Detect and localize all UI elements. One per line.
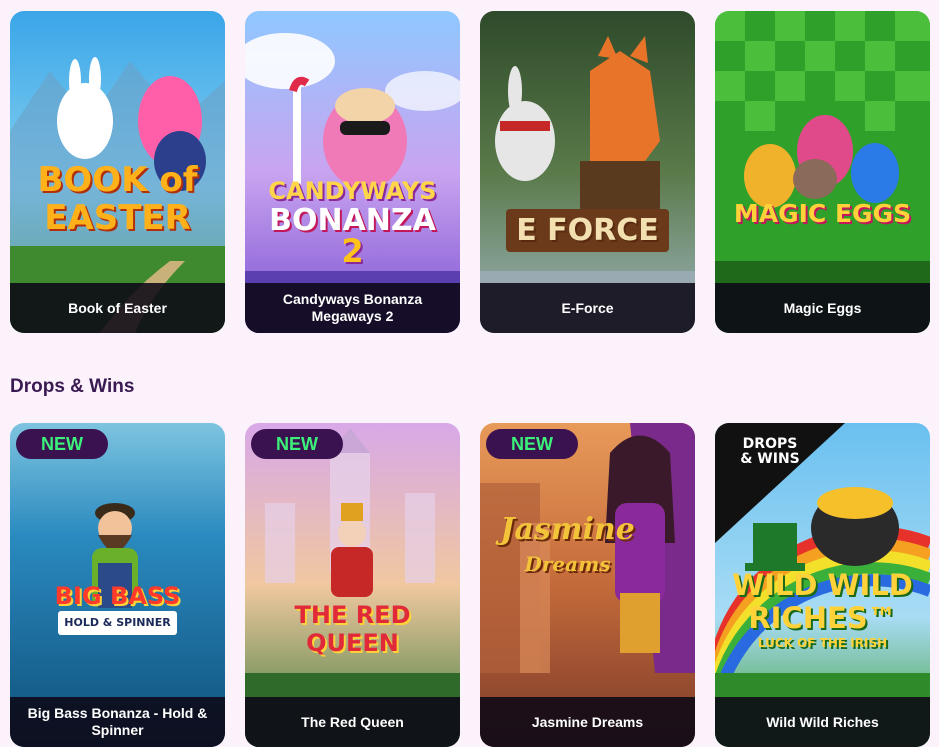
new-badge: NEW — [16, 429, 108, 459]
new-badge: NEW — [486, 429, 578, 459]
logo-line: RICHES™ — [748, 601, 897, 635]
logo-line: WILD WILD — [732, 568, 913, 602]
logo-line: Dreams — [524, 552, 611, 576]
game-title: The Red Queen — [245, 697, 460, 747]
game-title: Big Bass Bonanza - Hold & Spinner — [10, 697, 225, 747]
logo-line: Jasmine — [500, 512, 635, 547]
new-badge: NEW — [251, 429, 343, 459]
game-card-jasmine-dreams[interactable]: Jasmine Dreams NEW Jasmine Dreams — [480, 423, 695, 747]
game-title: Jasmine Dreams — [480, 697, 695, 747]
game-card-wild-wild-riches[interactable]: DROPS & WINS WILD WILD RICHES™ LUCK OF T… — [715, 423, 930, 747]
game-card-e-force[interactable]: E FORCE E-Force — [480, 11, 695, 333]
logo-line: E FORCE — [506, 209, 669, 252]
logo-line: DROPS — [742, 436, 798, 452]
logo-line: BIG BASS — [54, 582, 181, 610]
logo-line: THE RED QUEEN — [294, 601, 411, 657]
section-title-drops-and-wins: Drops & Wins — [10, 376, 135, 397]
drops-and-wins-row: BIG BASS HOLD & SPINNER NEW Big Bass Bon… — [10, 423, 930, 747]
game-title: Candyways Bonanza Megaways 2 — [245, 283, 460, 333]
game-title: E-Force — [480, 283, 695, 333]
logo-line: CANDYWAYS — [268, 177, 437, 205]
logo-line: EASTER — [44, 198, 191, 238]
game-title: Wild Wild Riches — [715, 697, 930, 747]
top-games-row: BOOK of EASTER Book of Easter CANDYWAYS … — [10, 11, 930, 333]
logo-line: & WINS — [740, 451, 800, 467]
game-card-candyways-bonanza-megaways-2[interactable]: CANDYWAYS BONANZA 2 Candyways Bonanza Me… — [245, 11, 460, 333]
logo-line: BOOK of — [37, 160, 198, 200]
logo-line: 2 — [341, 232, 364, 270]
game-card-book-of-easter[interactable]: BOOK of EASTER Book of Easter — [10, 11, 225, 333]
game-title: Magic Eggs — [715, 283, 930, 333]
logo-line: LUCK OF THE IRISH — [757, 636, 888, 650]
logo-line: HOLD & SPINNER — [58, 611, 177, 635]
logo-line: MAGIC EGGS — [733, 199, 912, 228]
game-title: Book of Easter — [10, 283, 225, 333]
game-card-magic-eggs[interactable]: MAGIC EGGS Magic Eggs — [715, 11, 930, 333]
game-card-big-bass-bonanza-hold-and-spinner[interactable]: BIG BASS HOLD & SPINNER NEW Big Bass Bon… — [10, 423, 225, 747]
game-card-the-red-queen[interactable]: THE RED QUEEN NEW The Red Queen — [245, 423, 460, 747]
